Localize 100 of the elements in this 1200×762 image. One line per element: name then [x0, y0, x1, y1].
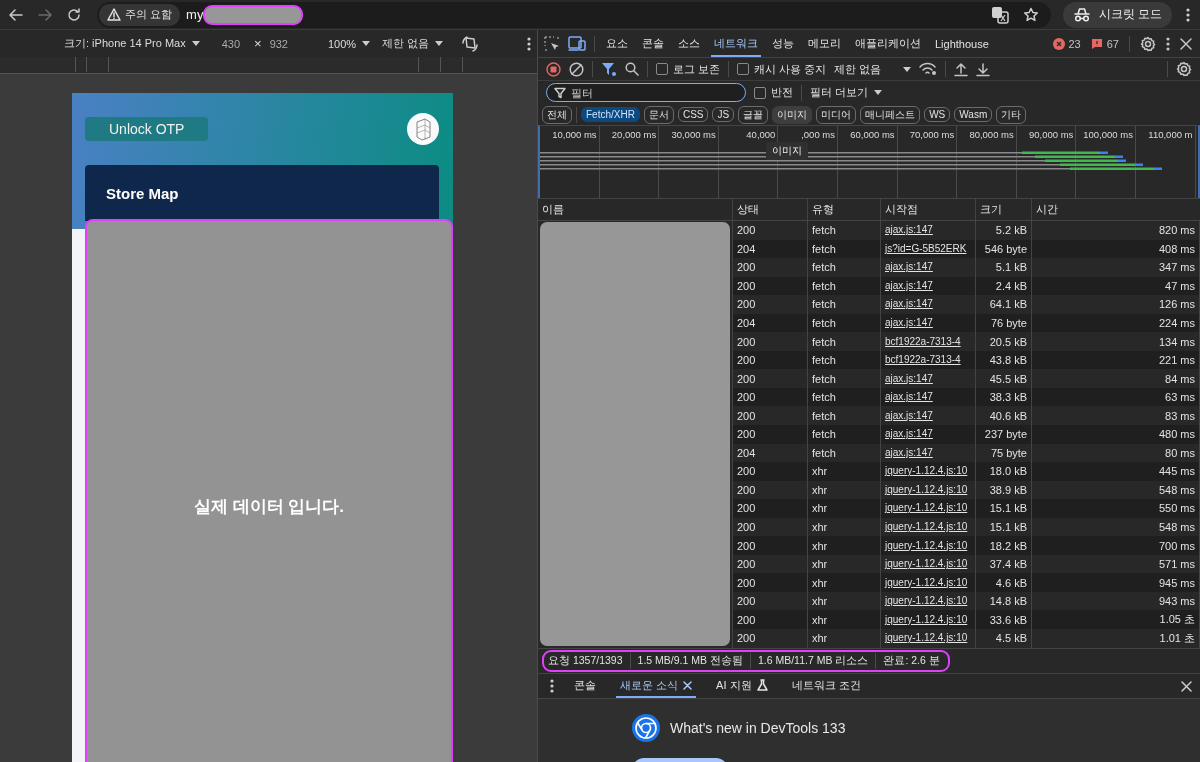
- message-count[interactable]: 67: [1090, 37, 1119, 50]
- height-field[interactable]: 932: [269, 37, 288, 50]
- star-icon[interactable]: [1022, 6, 1039, 23]
- download-icon[interactable]: [976, 61, 991, 77]
- type-filter-chip[interactable]: 문서: [643, 105, 674, 124]
- drawer-tab[interactable]: AI 지원: [712, 674, 772, 698]
- initiator-link[interactable]: jquery-1.12.4.js:10: [885, 520, 968, 534]
- checkbox[interactable]: [754, 86, 766, 99]
- initiator-link[interactable]: jquery-1.12.4.js:10: [885, 594, 968, 609]
- table-row[interactable]: 200 xhr jquery-1.12.4.js:10 18.0 kB 445 ms: [733, 462, 1200, 481]
- throttle-dropdown[interactable]: 제한 없음: [834, 61, 912, 77]
- initiator-link[interactable]: bcf1922a-7313-4: [885, 353, 961, 368]
- column-header[interactable]: 유형: [808, 199, 881, 220]
- translate-icon[interactable]: [990, 5, 1009, 24]
- upload-icon[interactable]: [954, 61, 969, 77]
- type-filter-chip[interactable]: 기타: [996, 105, 1027, 124]
- table-row[interactable]: 200 xhr jquery-1.12.4.js:10 4.6 kB 945 ms: [733, 573, 1200, 592]
- close-icon[interactable]: [683, 680, 693, 690]
- type-filter-chip[interactable]: WS: [924, 107, 951, 122]
- checkbox-label[interactable]: 반전: [771, 85, 793, 100]
- checkbox[interactable]: [737, 63, 750, 75]
- throttle-dropdown[interactable]: 제한 없음: [382, 36, 444, 51]
- settings-icon[interactable]: [1140, 35, 1156, 52]
- back-icon[interactable]: [8, 6, 24, 23]
- security-chip[interactable]: 주의 요함: [99, 3, 181, 26]
- drawer-tab[interactable]: 네트워크 조건: [787, 674, 865, 698]
- initiator-link[interactable]: bcf1922a-7313-4: [885, 334, 961, 349]
- panel-tab[interactable]: 성능: [769, 30, 797, 57]
- initiator-link[interactable]: jquery-1.12.4.js:10: [885, 612, 968, 627]
- initiator-link[interactable]: jquery-1.12.4.js:10: [885, 501, 968, 516]
- panel-tab[interactable]: 요소: [603, 30, 631, 57]
- reload-icon[interactable]: [66, 6, 82, 23]
- initiator-link[interactable]: jquery-1.12.4.js:10: [885, 538, 968, 553]
- initiator-link[interactable]: jquery-1.12.4.js:10: [885, 631, 968, 646]
- table-row[interactable]: 200 xhr jquery-1.12.4.js:10 15.1 kB 550 ms: [733, 499, 1200, 518]
- panel-tab[interactable]: 소스: [675, 30, 703, 57]
- search-icon[interactable]: [625, 62, 639, 76]
- type-filter-chip[interactable]: Fetch/XHR: [581, 107, 640, 122]
- unlock-otp-button[interactable]: Unlock OTP: [85, 117, 209, 141]
- device-dropdown[interactable]: 크기: iPhone 14 Pro Max: [64, 36, 200, 51]
- initiator-link[interactable]: ajax.js:147: [885, 278, 933, 293]
- zoom-dropdown[interactable]: 100%: [328, 37, 371, 50]
- type-filter-chip[interactable]: 매니페스트: [860, 105, 921, 124]
- initiator-link[interactable]: ajax.js:147: [885, 316, 933, 330]
- clear-icon[interactable]: [569, 61, 584, 77]
- store-map-card[interactable]: Store Map: [85, 165, 439, 221]
- panel-tab[interactable]: 콘솔: [639, 30, 667, 57]
- initiator-link[interactable]: ajax.js:147: [885, 297, 933, 312]
- type-filter-chip[interactable]: CSS: [677, 107, 709, 122]
- initiator-link[interactable]: ajax.js:147: [885, 223, 933, 238]
- panel-tab[interactable]: 네트워크: [711, 30, 761, 57]
- table-row[interactable]: 200 xhr jquery-1.12.4.js:10 33.6 kB 1.05 초: [733, 610, 1200, 630]
- incognito-chip[interactable]: 시크릿 모드: [1062, 1, 1172, 28]
- panel-tab[interactable]: Lighthouse: [932, 31, 992, 56]
- initiator-link[interactable]: jquery-1.12.4.js:10: [885, 575, 968, 590]
- error-count[interactable]: 23: [1052, 37, 1081, 50]
- initiator-link[interactable]: jquery-1.12.4.js:10: [885, 464, 968, 479]
- panel-tab[interactable]: 메모리: [805, 30, 844, 57]
- column-header[interactable]: 시작점: [881, 199, 976, 220]
- avatar-icon[interactable]: [407, 113, 439, 145]
- initiator-link[interactable]: ajax.js:147: [885, 260, 933, 275]
- type-filter-chip[interactable]: JS: [712, 107, 735, 122]
- type-filter-chip[interactable]: 글꼴: [738, 105, 769, 124]
- initiator-link[interactable]: ajax.js:147: [885, 445, 933, 460]
- more-filters-dropdown[interactable]: 필터 더보기: [810, 85, 883, 100]
- initiator-link[interactable]: js?id=G-5B52ERK: [885, 241, 967, 256]
- settings-icon[interactable]: [1176, 61, 1192, 77]
- filter-field[interactable]: 필터: [546, 83, 746, 102]
- close-icon[interactable]: [1180, 37, 1192, 50]
- initiator-link[interactable]: ajax.js:147: [885, 371, 933, 386]
- type-filter-chip[interactable]: 미디어: [816, 105, 857, 124]
- column-header[interactable]: 상태: [733, 199, 808, 220]
- table-row[interactable]: 200 fetch ajax.js:147 237 byte 480 ms: [733, 425, 1200, 444]
- inspect-icon[interactable]: [544, 35, 560, 52]
- initiator-link[interactable]: jquery-1.12.4.js:10: [885, 557, 968, 572]
- filter-icon[interactable]: [601, 61, 617, 77]
- panel-tab[interactable]: 애플리케이션: [852, 30, 924, 57]
- drawer-menu-icon[interactable]: [550, 679, 554, 693]
- column-header[interactable]: 이름: [538, 199, 733, 220]
- more-icon[interactable]: [527, 36, 532, 51]
- initiator-link[interactable]: ajax.js:147: [885, 390, 933, 405]
- record-icon[interactable]: [546, 61, 561, 77]
- initiator-link[interactable]: ajax.js:147: [885, 427, 933, 442]
- address-bar[interactable]: 주의 요함 my: [97, 1, 1051, 28]
- checkbox[interactable]: [656, 63, 668, 75]
- more-icon[interactable]: [1166, 36, 1170, 51]
- rotate-icon[interactable]: [461, 34, 480, 53]
- menu-icon[interactable]: [1186, 7, 1190, 22]
- initiator-link[interactable]: jquery-1.12.4.js:10: [885, 482, 968, 497]
- type-filter-chip[interactable]: Wasm: [954, 107, 993, 122]
- column-header[interactable]: 크기: [976, 199, 1032, 220]
- checkbox-label[interactable]: 로그 보존: [673, 61, 721, 77]
- device-icon[interactable]: [568, 36, 586, 51]
- drawer-tab[interactable]: 콘솔: [570, 674, 600, 698]
- close-icon[interactable]: [1181, 680, 1192, 692]
- type-filter-chip[interactable]: 전체: [542, 105, 572, 124]
- width-field[interactable]: 430: [221, 37, 241, 50]
- table-row[interactable]: 200 xhr jquery-1.12.4.js:10 18.2 kB 700 ms: [733, 536, 1200, 555]
- initiator-link[interactable]: ajax.js:147: [885, 408, 933, 423]
- checkbox-label[interactable]: 캐시 사용 중지: [754, 61, 827, 77]
